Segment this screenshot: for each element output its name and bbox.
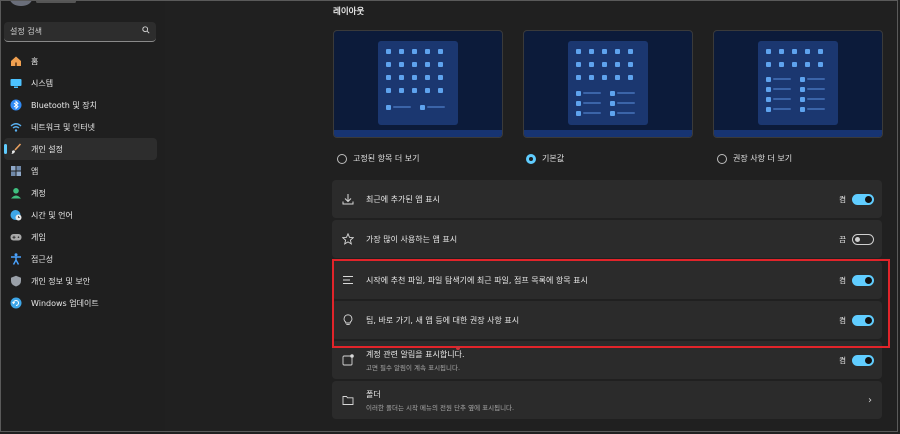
radio-more-recommendations[interactable]: 권장 사항 더 보기 [717,153,792,164]
search-icon [142,26,150,34]
sidebar-item-bluetooth[interactable]: Bluetooth 및 장치 [4,94,157,116]
toggle-switch[interactable] [852,233,874,245]
globe-clock-icon [10,210,22,221]
radio-default[interactable]: 기본값 [526,153,564,164]
setting-row-folders[interactable]: 폴더 이러한 폴더는 시작 메뉴의 전원 단추 옆에 표시됩니다. › [332,381,882,419]
layout-preview-default[interactable] [523,30,693,140]
setting-label: 폴더 [366,389,381,399]
sidebar-item-time-language[interactable]: 시간 및 언어 [4,204,157,226]
user-name-placeholder [36,0,76,3]
setting-label: 시작에 추천 파일, 파일 탐색기에 최근 파일, 점프 목록에 항목 표시 [366,275,588,285]
layout-preview-image [523,30,693,138]
sidebar-item-windows-update[interactable]: Windows 업데이트 [4,292,157,314]
sidebar-item-accessibility[interactable]: 접근성 [4,248,157,270]
chevron-right-icon: › [868,394,872,406]
avatar[interactable] [10,0,32,6]
home-icon [11,56,21,66]
layout-preview-image [713,30,883,138]
search-input[interactable]: 설정 검색 [10,26,42,37]
radio-more-pins[interactable]: 고정된 항목 더 보기 [337,153,420,164]
setting-description: 고면 필수 알림이 계속 표시됩니다. [366,363,461,372]
sidebar-item-apps[interactable]: 앱 [4,160,157,182]
sidebar-item-accounts[interactable]: 계정 [4,182,157,204]
radio-button[interactable] [717,153,727,164]
brush-icon [11,143,22,154]
system-icon [10,79,22,88]
apps-icon [11,166,21,176]
layout-preview-more-pins[interactable] [333,30,503,140]
search-box[interactable]: 설정 검색 [4,22,156,42]
lightbulb-icon [343,314,353,325]
setting-row-recommended-files[interactable]: 시작에 추천 파일, 파일 탐색기에 최근 파일, 점프 목록에 항목 표시 켬 [332,261,882,299]
sidebar-item-home[interactable]: 홈 [4,50,157,72]
toggle-state-text: 켬 [839,194,846,204]
sidebar-item-label: Windows 업데이트 [31,298,99,308]
toggle-switch[interactable] [852,314,874,326]
setting-row-account-notifications[interactable]: 계정 관련 알림을 표시합니다. 고면 필수 알림이 계속 표시됩니다. 켬 [332,341,882,379]
radio-label: 기본값 [542,154,565,163]
sidebar-item-privacy[interactable]: 개인 정보 및 보안 [4,270,157,292]
toggle-state-text: 켬 [839,355,846,365]
radio-label: 권장 사항 더 보기 [733,154,793,163]
toggle-switch[interactable] [852,193,874,205]
account-icon [11,188,21,199]
setting-label: 가장 많이 사용하는 앱 표시 [366,234,458,244]
sidebar-item-personalization[interactable]: 개인 설정 [4,138,157,160]
sidebar-item-network[interactable]: 네트워크 및 인터넷 [4,116,157,138]
sidebar: 설정 검색 홈 시스템 Bluetooth 및 장치 네트워크 및 인터넷 개인… [0,0,165,434]
sidebar-item-label: 앱 [31,166,39,176]
setting-row-most-used-apps[interactable]: 가장 많이 사용하는 앱 표시 끔 [332,220,882,258]
star-icon [342,233,354,245]
radio-label: 고정된 항목 더 보기 [353,154,420,163]
section-title-layout: 레이아웃 [333,7,365,17]
setting-row-recent-apps[interactable]: 최근에 추가된 앱 표시 켬 [332,180,882,218]
account-notification-icon [342,354,354,366]
annotation-dot [456,346,460,350]
setting-label: 계정 관련 알림을 표시합니다. [366,349,465,359]
layout-preview-image [333,30,503,138]
radio-button-selected[interactable] [526,153,536,164]
download-icon [342,194,354,205]
shield-icon [11,275,21,287]
sidebar-item-label: Bluetooth 및 장치 [31,100,98,110]
sidebar-item-label: 시스템 [31,78,54,88]
toggle-state-text: 켬 [839,275,846,285]
layout-preview-more-recommendations[interactable] [713,30,883,140]
update-icon [10,297,22,309]
setting-description: 이러한 폴더는 시작 메뉴의 전원 단추 옆에 표시됩니다. [366,403,515,412]
radio-button[interactable] [337,153,347,164]
setting-row-tips-recommendations[interactable]: 팁, 바로 가기, 새 앱 등에 대한 권장 사항 표시 켬 [332,301,882,339]
sidebar-nav: 홈 시스템 Bluetooth 및 장치 네트워크 및 인터넷 개인 설정 앱 … [4,50,157,314]
bluetooth-icon [10,99,22,111]
list-icon [343,276,353,284]
toggle-switch[interactable] [852,274,874,286]
sidebar-item-label: 네트워크 및 인터넷 [31,122,95,132]
gamepad-icon [10,234,22,241]
accessibility-icon [11,253,21,265]
sidebar-item-label: 홈 [31,56,39,66]
sidebar-item-label: 개인 설정 [31,144,63,154]
setting-label: 최근에 추가된 앱 표시 [366,194,440,204]
sidebar-item-system[interactable]: 시스템 [4,72,157,94]
sidebar-item-label: 시간 및 언어 [31,210,73,220]
toggle-state-text: 켬 [839,315,846,325]
sidebar-item-label: 접근성 [31,254,54,264]
sidebar-item-label: 계정 [31,188,46,198]
folder-icon [342,396,354,405]
sidebar-item-label: 게임 [31,232,46,242]
toggle-switch[interactable] [852,354,874,366]
sidebar-item-gaming[interactable]: 게임 [4,226,157,248]
setting-label: 팁, 바로 가기, 새 앱 등에 대한 권장 사항 표시 [366,315,520,325]
sidebar-item-label: 개인 정보 및 보안 [31,276,91,286]
toggle-state-text: 끔 [839,234,846,244]
wifi-icon [10,123,22,132]
